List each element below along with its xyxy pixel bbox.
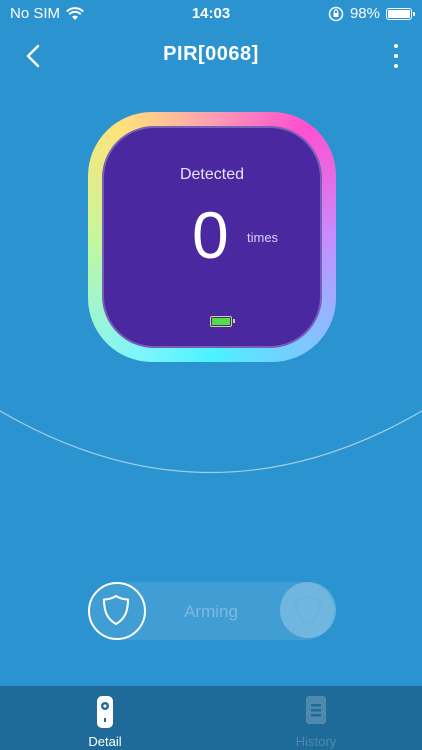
gauge-panel: Detected 0 times: [102, 126, 322, 348]
battery-icon: [386, 7, 415, 20]
tab-history[interactable]: History: [246, 686, 386, 750]
detection-gauge: Detected 0 times: [88, 112, 336, 362]
detection-count: 0: [192, 198, 229, 272]
count-unit: times: [247, 230, 279, 245]
decorative-arc: [0, 410, 422, 473]
orientation-lock-icon: [328, 6, 344, 21]
arming-toggle[interactable]: Arming: [88, 582, 336, 640]
tab-bar: Detail History: [0, 686, 422, 750]
battery-fill: [212, 318, 230, 325]
tab-detail[interactable]: Detail: [35, 686, 175, 750]
more-vertical-icon[interactable]: [390, 42, 402, 72]
status-bar: No SIM 14:03 98%: [0, 0, 422, 28]
shield-icon: [295, 595, 321, 625]
battery-percent: 98%: [349, 5, 380, 22]
disarm-button[interactable]: [280, 582, 336, 638]
nav-bar: PIR[0068]: [0, 28, 422, 84]
document-icon: [306, 696, 326, 724]
page-title: PIR[0068]: [163, 43, 259, 65]
remote-icon: [97, 696, 113, 728]
battery-fill: [388, 9, 410, 18]
tab-detail-label: Detail: [88, 734, 122, 749]
status-right: 98%: [328, 5, 415, 22]
tab-history-label: History: [295, 734, 337, 749]
detected-label: Detected: [179, 166, 245, 183]
battery-icon: [210, 316, 235, 327]
